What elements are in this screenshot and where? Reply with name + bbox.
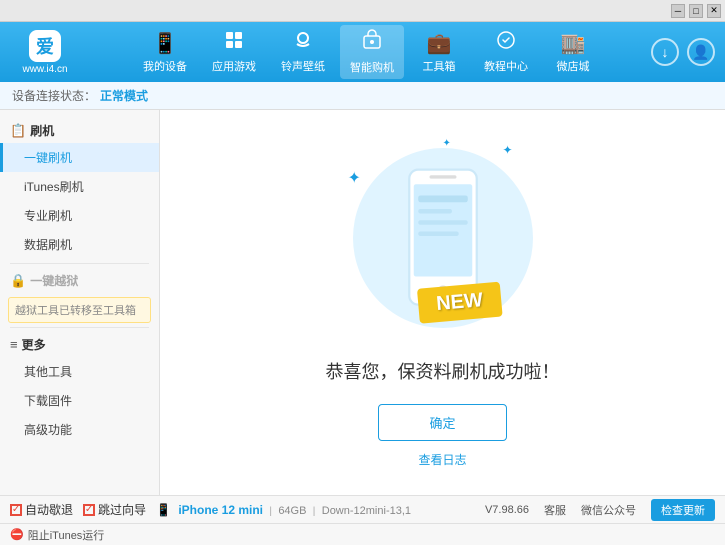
other-tools-label: 其他工具 — [24, 365, 72, 379]
pro-flash-label: 专业刷机 — [24, 209, 72, 223]
nav-weidian[interactable]: 🏬 微店城 — [543, 25, 603, 79]
more-section-label: 更多 — [22, 336, 46, 353]
sidebar-item-advanced[interactable]: 高级功能 — [0, 415, 159, 444]
flash-section-label: 刷机 — [30, 122, 54, 139]
toolbox-icon: 💼 — [427, 31, 452, 56]
sidebar-item-one-click-flash[interactable]: 一键刷机 — [0, 143, 159, 172]
nav-my-device-label: 我的设备 — [143, 58, 187, 74]
main-content: 📋 刷机 一键刷机 iTunes刷机 专业刷机 数据刷机 🔒 一键越狱 越狱工具… — [0, 110, 725, 495]
view-log-link[interactable]: 查看日志 — [418, 451, 466, 468]
sparkle-right: ✦ — [502, 143, 512, 157]
nav-ringtones-label: 铃声壁纸 — [281, 58, 325, 74]
via-wizard-checkbox-box: ✓ — [83, 504, 95, 516]
weidian-icon: 🏬 — [561, 31, 586, 56]
auto-dismiss-checkbox[interactable]: ✓ 自动歇退 — [10, 501, 73, 518]
nav-tutorial-label: 教程中心 — [484, 58, 528, 74]
status-label: 设备连接状态： — [12, 87, 96, 104]
sidebar-flash-section: 📋 刷机 — [0, 118, 159, 143]
nav-right: ↓ 👤 — [651, 38, 715, 66]
nav-apps-games-label: 应用游戏 — [212, 58, 256, 74]
sidebar-more-section: ≡ 更多 — [0, 332, 159, 357]
jailbreak-section-label: 一键越狱 — [30, 272, 78, 289]
nav-smart-shop[interactable]: 智能购机 — [340, 25, 404, 79]
nav-smart-shop-label: 智能购机 — [350, 59, 394, 75]
itunes-icon: ⛔ — [10, 528, 24, 541]
ringtones-icon — [293, 30, 313, 56]
flash-section-icon: 📋 — [10, 123, 26, 139]
download-button[interactable]: ↓ — [651, 38, 679, 66]
sidebar: 📋 刷机 一键刷机 iTunes刷机 专业刷机 数据刷机 🔒 一键越狱 越狱工具… — [0, 110, 160, 495]
logo: 爱 www.i4.cn — [10, 30, 80, 75]
device-info: 📱 iPhone 12 mini | 64GB | Down-12mini-13… — [156, 503, 411, 517]
sidebar-item-pro-flash[interactable]: 专业刷机 — [0, 201, 159, 230]
more-section-icon: ≡ — [10, 337, 18, 352]
nav-toolbox-label: 工具箱 — [423, 58, 456, 74]
sidebar-item-data-flash[interactable]: 数据刷机 — [0, 230, 159, 259]
device-storage: 64GB — [278, 505, 306, 517]
nav-weidian-label: 微店城 — [557, 58, 590, 74]
phone-illustration: NEW ✦ ✦ ✦ — [343, 138, 543, 338]
advanced-label: 高级功能 — [24, 423, 72, 437]
sidebar-jailbreak-section: 🔒 一键越狱 — [0, 268, 159, 293]
new-badge: NEW — [416, 281, 501, 323]
status-bar: 设备连接状态： 正常模式 — [0, 82, 725, 110]
sidebar-divider-1 — [10, 263, 149, 264]
nav-ringtones[interactable]: 铃声壁纸 — [271, 25, 335, 79]
top-nav: 爱 www.i4.cn 📱 我的设备 应用游戏 铃声壁纸 智能购机 — [0, 22, 725, 82]
minimize-button[interactable]: ─ — [671, 4, 685, 18]
jailbreak-warning-text: 越狱工具已转移至工具箱 — [15, 305, 136, 317]
one-click-flash-label: 一键刷机 — [24, 151, 72, 165]
nav-toolbox[interactable]: 💼 工具箱 — [409, 25, 469, 79]
my-device-icon: 📱 — [153, 31, 178, 56]
logo-icon: 爱 — [29, 30, 61, 62]
data-flash-label: 数据刷机 — [24, 238, 72, 252]
sparkle-top: ✦ — [443, 138, 451, 149]
update-button[interactable]: 检查更新 — [651, 499, 715, 521]
new-badge-text: NEW — [435, 289, 483, 315]
sidebar-item-download-firmware[interactable]: 下载固件 — [0, 386, 159, 415]
tutorial-icon — [496, 30, 516, 56]
status-value: 正常模式 — [100, 87, 148, 104]
center-area: NEW ✦ ✦ ✦ 恭喜您，保资料刷机成功啦！ 确定 查看日志 — [160, 110, 725, 495]
download-firmware-label: 下载固件 — [24, 394, 72, 408]
support-link[interactable]: 客服 — [544, 502, 566, 518]
sidebar-item-other-tools[interactable]: 其他工具 — [0, 357, 159, 386]
via-wizard-checkbox[interactable]: ✓ 跳过向导 — [83, 501, 146, 518]
confirm-button[interactable]: 确定 — [378, 404, 506, 441]
version-label: V7.98.66 — [485, 504, 529, 516]
nav-my-device[interactable]: 📱 我的设备 — [133, 25, 197, 79]
apps-games-icon — [224, 30, 244, 56]
bottom-right: V7.98.66 客服 微信公众号 检查更新 — [485, 499, 715, 521]
device-model: Down-12mini-13,1 — [322, 505, 411, 517]
auto-dismiss-checkbox-box: ✓ — [10, 504, 22, 516]
logo-site: www.i4.cn — [22, 64, 67, 75]
sidebar-divider-2 — [10, 327, 149, 328]
restore-button[interactable]: □ — [689, 4, 703, 18]
nav-apps-games[interactable]: 应用游戏 — [202, 25, 266, 79]
sparkle-left: ✦ — [348, 168, 361, 188]
itunes-bar: ⛔ 阻止iTunes运行 — [0, 523, 725, 545]
jailbreak-section-icon: 🔒 — [10, 273, 26, 289]
wechat-link[interactable]: 微信公众号 — [581, 502, 636, 518]
title-bar: ─ □ ✕ — [0, 0, 725, 22]
user-button[interactable]: 👤 — [687, 38, 715, 66]
congrats-text: 恭喜您，保资料刷机成功啦！ — [326, 358, 560, 384]
jailbreak-warning: 越狱工具已转移至工具箱 — [8, 297, 151, 323]
itunes-label: 阻止iTunes运行 — [28, 527, 105, 543]
bottom-checkboxes: ✓ 自动歇退 ✓ 跳过向导 — [10, 501, 146, 518]
smart-shop-icon — [361, 29, 383, 57]
close-button[interactable]: ✕ — [707, 4, 721, 18]
nav-tutorial[interactable]: 教程中心 — [474, 25, 538, 79]
device-name: iPhone 12 mini — [178, 503, 263, 517]
bottom-bar: ✓ 自动歇退 ✓ 跳过向导 📱 iPhone 12 mini | 64GB | … — [0, 495, 725, 523]
itunes-flash-label: iTunes刷机 — [24, 180, 84, 194]
window-controls[interactable]: ─ □ ✕ — [671, 4, 721, 18]
nav-items: 📱 我的设备 应用游戏 铃声壁纸 智能购机 💼 工具箱 — [95, 25, 641, 79]
auto-dismiss-label: 自动歇退 — [25, 501, 73, 518]
via-wizard-label: 跳过向导 — [98, 501, 146, 518]
sidebar-item-itunes-flash[interactable]: iTunes刷机 — [0, 172, 159, 201]
